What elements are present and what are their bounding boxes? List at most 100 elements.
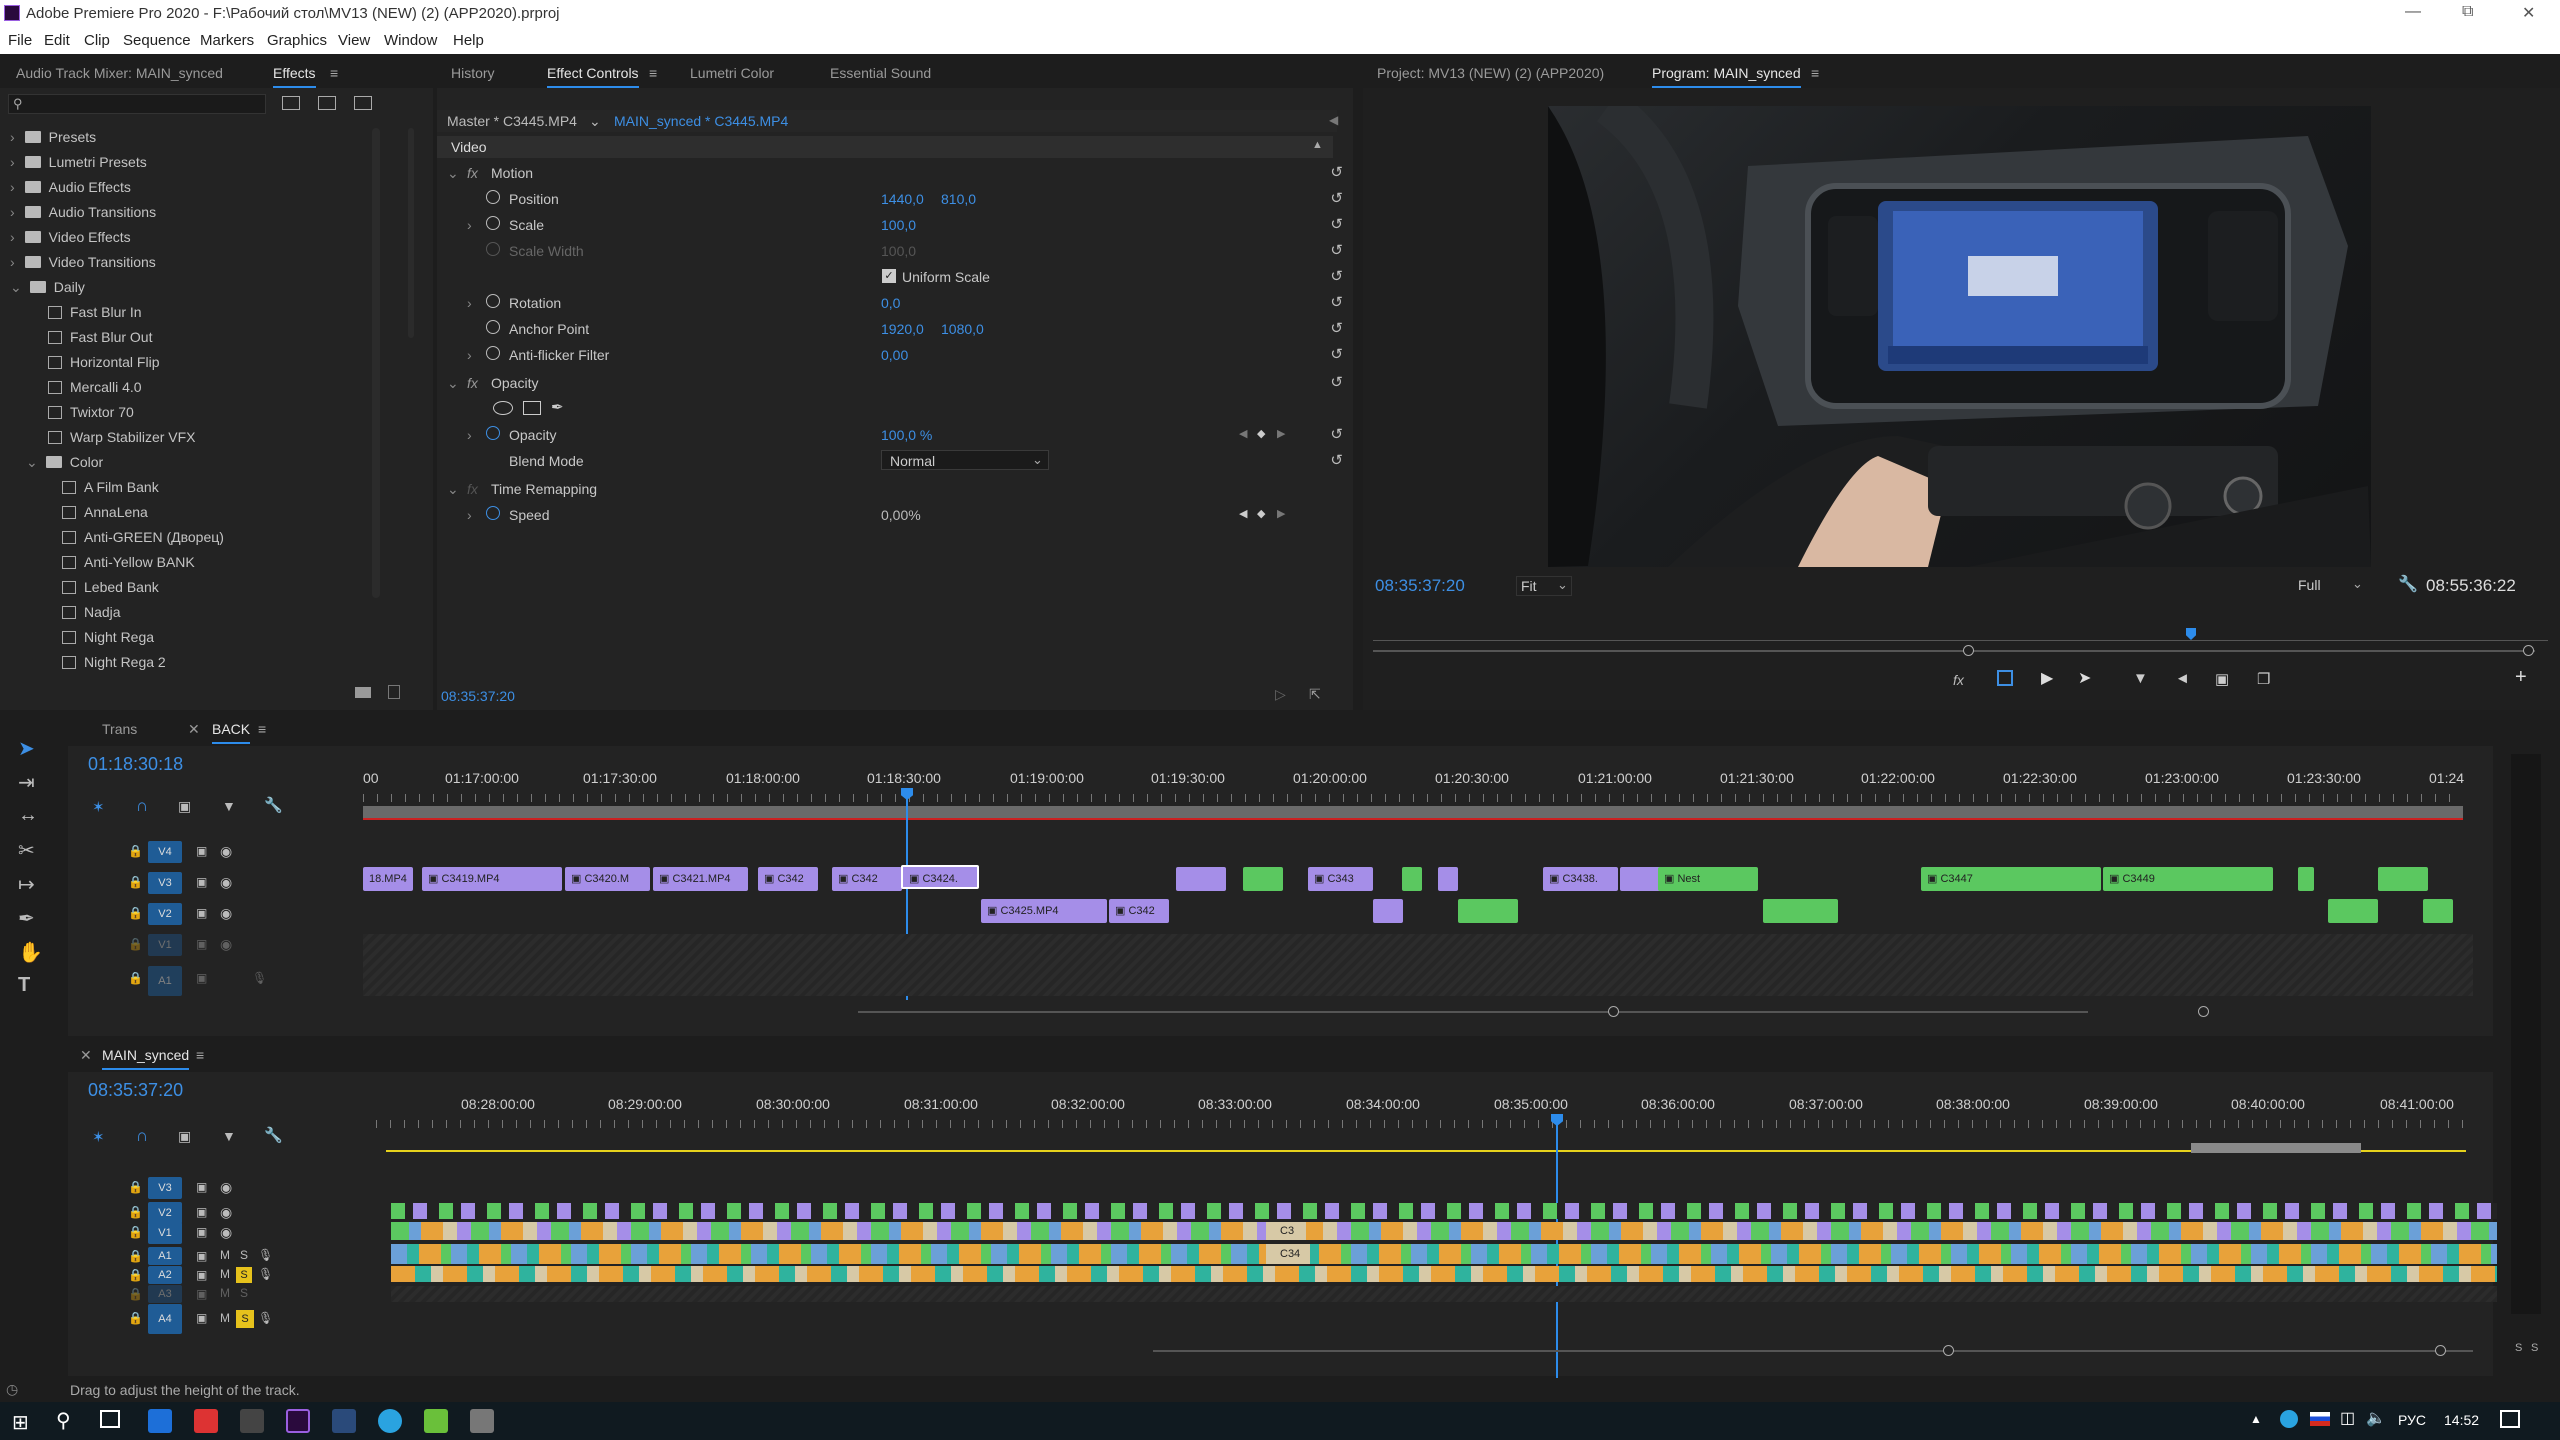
lock-icon[interactable]: 🔒 [128, 1180, 143, 1194]
a1-clip-strip[interactable]: C34 [391, 1244, 2531, 1264]
clip[interactable] [1438, 867, 1458, 891]
reset-icon[interactable]: ↺ [1330, 293, 1343, 311]
sync-lock-icon[interactable]: ▣ [196, 1205, 207, 1219]
meter-solo-right[interactable]: S [2531, 1342, 2538, 1354]
tray-app-icon[interactable] [2280, 1410, 2298, 1428]
clip[interactable] [1763, 899, 1838, 923]
expand-chevron-icon[interactable]: › [467, 427, 472, 443]
tab-history[interactable]: History [451, 65, 495, 81]
next-keyframe-icon[interactable]: ▶ [1277, 507, 1285, 520]
prev-keyframe-icon[interactable]: ◀ [1239, 507, 1247, 520]
expand-chevron-icon[interactable]: › [467, 295, 472, 311]
track-target-v1[interactable]: V1 [148, 1222, 182, 1244]
menu-graphics[interactable]: Graphics [267, 32, 327, 49]
a2-clip-strip[interactable] [391, 1266, 2531, 1282]
menu-sequence[interactable]: Sequence [123, 32, 191, 49]
folder-audio-effects[interactable]: › Audio Effects [10, 176, 131, 198]
reset-icon[interactable]: ↺ [1330, 425, 1343, 443]
zoom-bar[interactable] [1373, 645, 2535, 656]
clip[interactable] [2423, 899, 2453, 923]
linked-selection-icon[interactable]: ▣ [178, 798, 191, 815]
clip[interactable]: ▣ C3449 [2103, 867, 2273, 891]
clip[interactable] [2328, 899, 2378, 923]
menu-view[interactable]: View [338, 32, 370, 49]
expand-chevron-icon[interactable]: ⌄ [447, 375, 459, 392]
reset-icon[interactable]: ↺ [1330, 451, 1343, 469]
ellipse-mask-icon[interactable] [493, 401, 513, 415]
fit-select[interactable]: Fit ⌄ [1516, 576, 1572, 596]
stopwatch-icon[interactable] [486, 216, 500, 230]
microphone-icon[interactable]: 🎙 [258, 1248, 273, 1262]
clip[interactable]: ▣ C3420.M [565, 867, 650, 891]
timeline-back-timecode[interactable]: 01:18:30:18 [88, 754, 183, 775]
effects-scrollbar-right[interactable] [408, 128, 414, 338]
preset-item[interactable]: Night Rega 2 [62, 651, 166, 673]
track-target-v2[interactable]: V2 [148, 903, 182, 925]
sequence-clip-label[interactable]: MAIN_synced * C3445.MP4 [614, 113, 788, 129]
clip[interactable]: C34 [1266, 1244, 1310, 1264]
v2-clip-strip[interactable] [391, 1203, 2531, 1219]
panel-menu-icon[interactable]: ≡ [649, 65, 657, 81]
sync-lock-icon[interactable]: ▣ [196, 875, 207, 889]
windows-start-icon[interactable]: ⊞ [12, 1410, 29, 1435]
fx-icon[interactable]: fx [467, 165, 478, 181]
preset-item[interactable]: AnnaLena [62, 501, 148, 523]
delete-icon[interactable] [388, 685, 400, 699]
track-select-tool-icon[interactable]: ⇥ [18, 770, 35, 795]
folder-daily[interactable]: ⌄ Daily [10, 276, 85, 298]
mute-button[interactable]: M [220, 1286, 230, 1300]
add-button-icon[interactable]: + [2515, 666, 2527, 689]
tray-expand-icon[interactable]: ▲ [2250, 1412, 2262, 1426]
prev-keyframe-icon[interactable]: ◀ [1239, 427, 1247, 440]
extract-icon[interactable]: ◄ [2175, 670, 2190, 687]
preset-item[interactable]: Lebed Bank [62, 576, 159, 598]
track-target-v2[interactable]: V2 [148, 1202, 182, 1224]
zoom-handle-left[interactable] [1963, 645, 1974, 656]
tab-program[interactable]: Program: MAIN_synced [1652, 65, 1801, 88]
preset-item[interactable]: Mercalli 4.0 [48, 376, 142, 398]
hand-tool-icon[interactable]: ✋ [18, 940, 43, 965]
stopwatch-icon[interactable] [486, 426, 500, 440]
motion-row[interactable]: ⌄ fx Motion ↺ [437, 160, 1353, 185]
chevron-down-icon[interactable]: ⌄ [589, 113, 601, 130]
clip[interactable] [2298, 867, 2314, 891]
opera-icon[interactable] [194, 1409, 218, 1433]
minimize-icon[interactable]: — [2405, 3, 2421, 21]
lock-icon[interactable]: 🔒 [128, 1287, 143, 1301]
telegram-icon[interactable] [378, 1409, 402, 1433]
lock-icon[interactable]: 🔒 [128, 1205, 143, 1219]
clip[interactable]: ▣ C3421.MP4 [653, 867, 748, 891]
menu-file[interactable]: File [8, 32, 32, 49]
rectangle-mask-icon[interactable] [523, 401, 541, 415]
folder-presets[interactable]: › Presets [10, 126, 96, 148]
program-current-timecode[interactable]: 08:35:37:20 [1375, 576, 1465, 596]
eye-icon[interactable]: ◉ [220, 874, 232, 891]
lift-icon[interactable]: ▼ [2133, 670, 2148, 687]
expand-chevron-icon[interactable]: › [467, 507, 472, 523]
anchor-y-value[interactable]: 1080,0 [941, 321, 984, 337]
nest-toggle-icon[interactable]: ✶ [92, 798, 105, 816]
track-target-v1[interactable]: V1 [148, 934, 182, 956]
app-icon[interactable] [240, 1409, 264, 1433]
menu-help[interactable]: Help [453, 32, 484, 49]
next-keyframe-icon[interactable]: ▶ [1277, 427, 1285, 440]
32bit-effects-icon[interactable] [318, 96, 336, 110]
clip[interactable] [1373, 899, 1403, 923]
lock-icon[interactable]: 🔒 [128, 1225, 143, 1239]
stopwatch-icon[interactable] [486, 294, 500, 308]
sync-lock-icon[interactable]: ▣ [196, 906, 207, 920]
mute-button[interactable]: M [220, 1311, 230, 1325]
track-target-a1[interactable]: A1 [148, 1247, 182, 1265]
mute-button[interactable]: M [220, 1248, 230, 1262]
play-icon[interactable]: ▶ [2041, 668, 2053, 688]
wrench-icon[interactable]: 🔧 [2398, 574, 2418, 594]
tab-lumetri-color[interactable]: Lumetri Color [690, 65, 774, 81]
timeline-main-zoom-bar[interactable] [1153, 1345, 2473, 1356]
clip[interactable]: C3 [1266, 1222, 1306, 1240]
app-icon[interactable] [332, 1409, 356, 1433]
solo-button[interactable]: S [240, 1248, 248, 1262]
safe-margins-icon[interactable] [1997, 670, 2013, 686]
sync-lock-icon[interactable]: ▣ [196, 1287, 207, 1301]
zoom-handle-left[interactable] [1608, 1006, 1619, 1017]
clip[interactable]: ▣ C342 [832, 867, 902, 891]
